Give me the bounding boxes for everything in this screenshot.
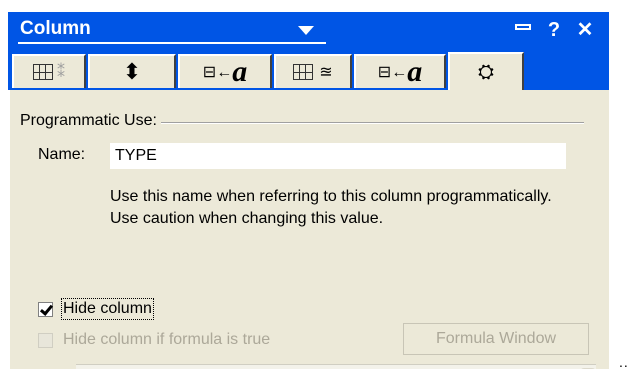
column-layout-icon: [33, 64, 53, 80]
dock-icon[interactable]: [511, 16, 535, 44]
header-text-format-icon: ⊟←: [377, 64, 408, 81]
tab-content: Programmatic Use: Name: Use this name wh…: [8, 90, 609, 369]
hide-column-label[interactable]: Hide column: [61, 298, 154, 320]
sort-icon: ⬍: [122, 59, 142, 84]
advanced-settings-icon: ⛭: [478, 60, 494, 83]
name-label: Name:: [38, 146, 86, 163]
panel-title: Column: [20, 18, 91, 39]
format-glyph-icon: a: [232, 55, 248, 88]
hide-column-row[interactable]: Hide column: [38, 298, 154, 320]
tab-column-layout[interactable]: ⁑: [12, 54, 86, 88]
header-format-glyph-icon: a: [407, 55, 423, 88]
column-width-icon: ⁑: [57, 64, 65, 81]
tab-header-text-format[interactable]: ⊟← a: [354, 54, 446, 88]
tab-strip: ⁑ ⬍ ⊟← a ≊ ⊟← a ⛭: [8, 50, 609, 90]
column-properties-panel: Column ? ✕ ⁑ ⬍ ⊟← a ≊ ⊟← a ⛭ Programmatic …: [8, 12, 609, 369]
tab-column-header[interactable]: ≊: [274, 54, 352, 88]
title-bar: Column ? ✕: [8, 12, 609, 50]
section-label: Programmatic Use:: [20, 112, 161, 130]
title-underline: [18, 42, 326, 44]
help-icon[interactable]: ?: [544, 16, 564, 44]
title-dropdown-arrow-icon[interactable]: [298, 26, 314, 35]
overflow-indicator: ..: [619, 354, 629, 370]
close-icon[interactable]: ✕: [573, 16, 597, 44]
column-header-icon: [293, 64, 314, 80]
tab-text-format[interactable]: ⊟← a: [178, 54, 272, 88]
formula-input[interactable]: [76, 364, 596, 369]
formula-window-button[interactable]: Formula Window: [403, 323, 589, 355]
name-help-text: Use this name when referring to this col…: [110, 188, 552, 227]
hide-if-formula-label[interactable]: Hide column if formula is true: [63, 331, 270, 349]
hide-column-checkbox[interactable]: [38, 301, 53, 317]
name-input[interactable]: [110, 143, 566, 169]
tab-sort[interactable]: ⬍: [88, 54, 176, 88]
hide-if-formula-checkbox[interactable]: [38, 332, 53, 348]
tab-advanced[interactable]: ⛭: [448, 52, 524, 90]
header-sort-icon: ≊: [319, 64, 333, 81]
text-format-icon: ⊟←: [202, 64, 233, 81]
hide-if-formula-row[interactable]: Hide column if formula is true: [38, 331, 270, 349]
